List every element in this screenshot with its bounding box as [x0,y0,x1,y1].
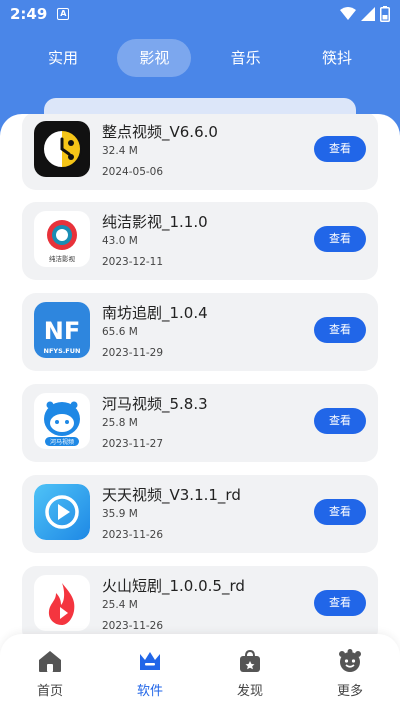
bag-icon [240,649,260,672]
view-button[interactable]: 查看 [314,408,366,434]
app-date: 2024-05-06 [102,166,164,178]
nav-discover[interactable]: 发现 [200,634,300,710]
wifi-icon [340,7,356,20]
app-date: 2023-12-11 [102,256,164,268]
svg-text:NF: NF [44,317,80,345]
app-name: 纯洁影视_1.1.0 [102,213,208,231]
app-name: 天天视频_V3.1.1_rd [102,486,241,504]
nav-label: 更多 [336,684,363,699]
app-size: 25.4 M [102,599,138,611]
nav-label: 发现 [236,684,263,699]
tab-practical[interactable]: 实用 [26,39,100,77]
app-name: 河马视频_5.8.3 [102,395,208,413]
view-button[interactable]: 查看 [314,136,366,162]
app-name: 南坊追剧_1.0.4 [102,304,208,322]
battery-icon [380,6,390,22]
play-icon [34,484,90,540]
list-item[interactable]: 整点视频_V6.6.0 32.4 M 2024-05-06 查看 [22,114,378,190]
app-date: 2023-11-26 [102,529,164,541]
nav-software[interactable]: 软件 [100,634,200,710]
chunjie-icon: 纯洁影视 [34,211,90,267]
list-item[interactable]: 火山短剧_1.0.0.5_rd 25.4 M 2023-11-26 查看 [22,566,378,644]
nav-home[interactable]: 首页 [0,634,100,710]
crown-icon [140,652,160,670]
category-tabs: 实用 影视 音乐 筷抖 [26,38,374,78]
app-name: 整点视频_V6.6.0 [102,123,218,141]
svg-text:纯洁影视: 纯洁影视 [49,254,76,263]
list-item[interactable]: 天天视频_V3.1.1_rd 35.9 M 2023-11-26 查看 [22,475,378,553]
tab-kuaidou[interactable]: 筷抖 [300,39,374,77]
app-size: 65.6 M [102,326,138,338]
nav-label: 首页 [36,684,63,699]
status-icons [340,6,390,22]
view-button[interactable]: 查看 [314,226,366,252]
notification-a-icon: A [57,8,70,20]
list-item[interactable]: 河马视频 河马视频_5.8.3 25.8 M 2023-11-27 查看 [22,384,378,462]
tab-video[interactable]: 影视 [117,39,192,77]
app-size: 25.8 M [102,417,138,429]
svg-text:NFYS.FUN: NFYS.FUN [44,347,81,355]
app-size: 35.9 M [102,508,138,520]
view-button[interactable]: 查看 [314,317,366,343]
tab-music[interactable]: 音乐 [209,39,283,77]
home-icon [39,651,61,672]
app-list-panel[interactable]: 整点视频_V6.6.0 32.4 M 2024-05-06 查看 纯洁影视 纯洁… [0,114,400,710]
bottom-nav: 首页 软件 发现 更多 [0,634,400,710]
app-date: 2023-11-26 [102,620,164,632]
hippo-icon: 河马视频 [34,393,90,449]
nf-icon: NF NFYS.FUN [34,302,90,358]
nav-more[interactable]: 更多 [300,634,400,710]
app-size: 43.0 M [102,235,138,247]
svg-text:河马视频: 河马视频 [50,438,74,446]
app-size: 32.4 M [102,145,138,157]
app-date: 2023-11-29 [102,347,164,359]
app-date: 2023-11-27 [102,438,164,450]
clock-video-icon [34,121,90,177]
more-face-icon [339,649,361,672]
app-name: 火山短剧_1.0.0.5_rd [102,577,245,595]
nav-label: 软件 [136,684,163,699]
status-bar: 2:49 A [0,0,400,28]
view-button[interactable]: 查看 [314,499,366,525]
signal-icon [361,7,375,21]
status-time: 2:49 [10,5,48,23]
list-item[interactable]: 纯洁影视 纯洁影视_1.1.0 43.0 M 2023-12-11 查看 [22,202,378,280]
view-button[interactable]: 查看 [314,590,366,616]
flame-icon [34,575,90,631]
list-item[interactable]: NF NFYS.FUN 南坊追剧_1.0.4 65.6 M 2023-11-29… [22,293,378,371]
